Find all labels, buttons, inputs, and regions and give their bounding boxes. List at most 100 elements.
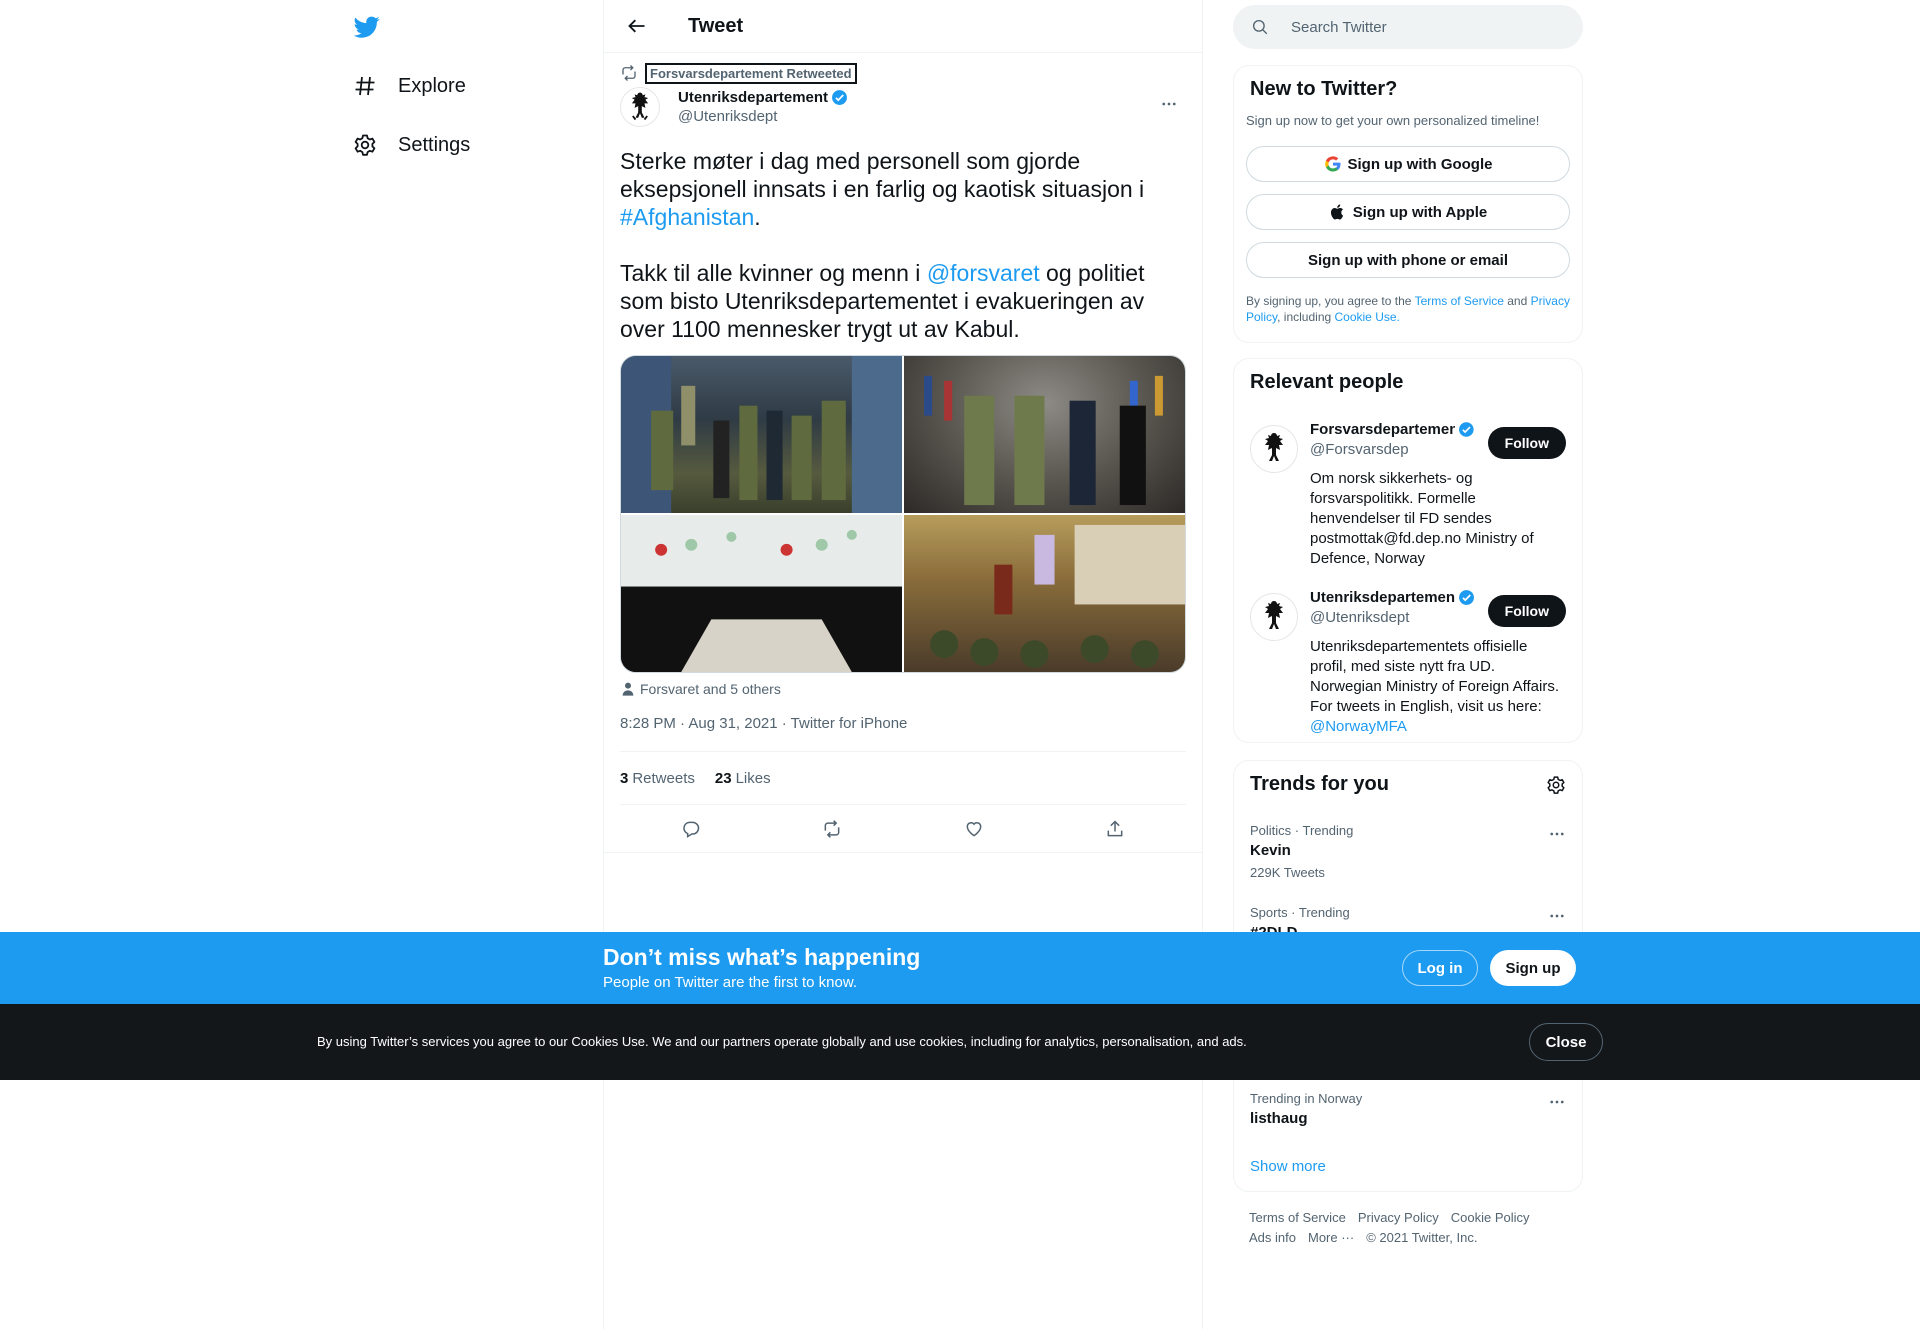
verified-badge-icon — [1459, 590, 1474, 605]
reply-button[interactable] — [674, 812, 708, 846]
relevant-people-panel: Relevant people Forsvarsdepartemen @Fors… — [1233, 358, 1583, 743]
bio-mention-link[interactable]: @NorwayMFA — [1310, 718, 1407, 735]
gear-icon[interactable] — [1546, 775, 1566, 795]
tweet-photo-3[interactable] — [621, 515, 902, 672]
footer-link[interactable]: Ads info — [1249, 1230, 1296, 1245]
tagged-users-label: Forsvaret and 5 others — [640, 681, 781, 697]
lion-crest-icon — [1265, 433, 1283, 461]
person-bio-text: Utenriksdepartementets offisielle profil… — [1310, 638, 1559, 715]
tweet-timestamp[interactable]: 8:28 PM · Aug 31, 2021 · Twitter for iPh… — [620, 715, 1186, 735]
person-name[interactable]: Forsvarsdepartemen — [1310, 421, 1475, 438]
author-name[interactable]: Utenriksdepartement — [678, 89, 848, 106]
main-header: Tweet — [604, 0, 1202, 53]
avatar[interactable] — [1250, 593, 1298, 641]
person-name[interactable]: Utenriksdepartemen — [1310, 589, 1475, 606]
tweet-stats: 3 Retweets 23 Likes — [620, 751, 1186, 805]
like-button[interactable] — [957, 812, 991, 846]
trend-count: 229K Tweets — [1250, 865, 1325, 880]
likes-count: 23 — [714, 769, 732, 787]
ellipsis-icon — [1550, 832, 1564, 836]
follow-button[interactable]: Follow — [1487, 427, 1566, 459]
login-button[interactable]: Log in — [1402, 950, 1478, 986]
tweet-text-part: Sterke møter i dag med personell som gjo… — [620, 148, 1151, 202]
trend-more-button[interactable] — [1548, 825, 1566, 848]
person-name-text: Utenriksdepartemen — [1310, 589, 1455, 606]
tweet-text-part: Takk til alle kvinner og menn i — [620, 260, 927, 286]
retweeter-link[interactable]: Forsvarsdepartement Retweeted — [645, 62, 857, 84]
page-title: Tweet — [688, 14, 744, 37]
legal-text-part: By signing up, you agree to the — [1246, 294, 1415, 308]
follow-button[interactable]: Follow — [1487, 595, 1566, 627]
trend-context: Trending in Norway — [1250, 1091, 1363, 1106]
cookie-banner: By using Twitter’s services you agree to… — [0, 1004, 1920, 1080]
signup-phone-label: Sign up with phone or email — [1307, 251, 1508, 269]
ellipsis-icon — [1550, 1100, 1564, 1104]
footer-link[interactable]: Terms of Service — [1249, 1210, 1346, 1225]
person-icon — [622, 682, 634, 696]
close-cookie-button[interactable]: Close — [1529, 1023, 1603, 1061]
person-bio: Om norsk sikkerhets- og forsvarspolitikk… — [1310, 470, 1534, 567]
legal-text-part: and — [1503, 294, 1531, 308]
more-options-button[interactable] — [1152, 87, 1186, 121]
footer-links: Terms of Service Privacy Policy Cookie Pol… — [1249, 1208, 1579, 1248]
back-button[interactable] — [620, 9, 654, 43]
person-handle[interactable]: @Forsvarsdep — [1310, 441, 1409, 458]
verified-badge-icon — [832, 90, 847, 105]
search-input[interactable] — [1291, 18, 1551, 36]
twitter-bird-icon[interactable] — [352, 14, 382, 40]
retweets-count: 3 — [620, 769, 629, 787]
nav-settings[interactable]: Settings — [352, 125, 470, 165]
tweet-photo-4[interactable] — [904, 515, 1185, 672]
likes-stat[interactable]: 23 Likes — [715, 770, 771, 787]
trend-item[interactable]: Trending in Norway listhaug — [1250, 1091, 1566, 1127]
new-to-twitter-subtitle: Sign up now to get your own personalized… — [1246, 113, 1540, 128]
person-name-text: Forsvarsdepartemen — [1310, 421, 1456, 438]
footer-link[interactable]: Privacy Policy — [1358, 1210, 1439, 1225]
retweet-button[interactable] — [815, 812, 849, 846]
legal-text-part: , including — [1277, 310, 1335, 324]
terms-link[interactable]: Terms of Service — [1415, 294, 1504, 308]
trend-context: Sports · Trending — [1250, 905, 1350, 920]
trend-more-button[interactable] — [1548, 1093, 1566, 1116]
signup-phone-button[interactable]: Sign up with phone or email — [1246, 242, 1570, 278]
retweets-stat[interactable]: 3 Retweets — [620, 770, 695, 787]
tweet-photo-2[interactable] — [904, 356, 1185, 513]
search-box[interactable] — [1233, 5, 1583, 49]
nav-explore[interactable]: Explore — [352, 66, 466, 106]
author-handle[interactable]: @Utenriksdept — [678, 108, 848, 125]
show-more-link[interactable]: Show more — [1250, 1158, 1326, 1175]
hashtag-link[interactable]: #Afghanistan — [620, 204, 754, 230]
trend-context: Politics · Trending — [1250, 823, 1354, 838]
signup-button[interactable]: Sign up — [1490, 950, 1576, 986]
tweet-text: Sterke møter i dag med personell som gjo… — [620, 147, 1186, 343]
share-icon — [1107, 819, 1123, 836]
retweet-context: Forsvarsdepartement Retweeted — [620, 62, 1186, 84]
ellipsis-icon — [1162, 102, 1176, 106]
mention-link[interactable]: @forsvaret — [927, 260, 1040, 286]
signup-apple-button[interactable]: Sign up with Apple — [1246, 194, 1570, 230]
trend-more-button[interactable] — [1548, 907, 1566, 930]
trend-item[interactable]: Politics · Trending Kevin 229K Tweets — [1250, 823, 1566, 880]
banner-subtitle: People on Twitter are the first to know. — [603, 974, 858, 991]
nav-settings-label: Settings — [398, 133, 471, 156]
footer-link[interactable]: More ··· — [1308, 1230, 1354, 1245]
person-handle[interactable]: @Utenriksdept — [1310, 609, 1409, 626]
cookie-use-link[interactable]: Cookie Use. — [1335, 310, 1400, 324]
signup-banner: Don’t miss what’s happening People on Tw… — [0, 932, 1920, 1004]
arrow-left-icon — [628, 19, 645, 33]
avatar[interactable] — [620, 87, 660, 127]
google-icon — [1324, 156, 1340, 172]
share-button[interactable] — [1098, 812, 1132, 846]
signup-google-label: Sign up with Google — [1347, 155, 1493, 173]
footer-link[interactable]: Cookie Policy — [1451, 1210, 1530, 1225]
signup-google-button[interactable]: Sign up with Google — [1246, 146, 1570, 182]
retweet-icon — [622, 65, 636, 81]
signup-apple-label: Sign up with Apple — [1352, 203, 1488, 221]
tweet-photo-1[interactable] — [621, 356, 902, 513]
avatar[interactable] — [1250, 425, 1298, 473]
retweets-label: Retweets — [632, 769, 695, 787]
new-to-twitter-panel: New to Twitter? Sign up now to get your … — [1233, 65, 1583, 343]
reply-icon — [683, 821, 699, 838]
tagged-users[interactable]: Forsvaret and 5 others — [620, 679, 1186, 699]
trends-title: Trends for you — [1250, 773, 1389, 795]
